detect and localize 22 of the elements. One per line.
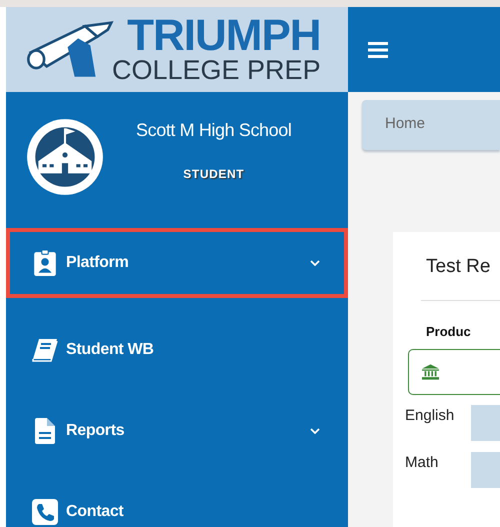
- nav-item[interactable]: Student WB: [6, 309, 348, 390]
- subject-label: English: [405, 407, 456, 424]
- nav-item[interactable]: Platform: [6, 228, 348, 298]
- menu-icon[interactable]: [368, 42, 388, 58]
- book-icon: [32, 336, 58, 362]
- card-title: Test Re: [426, 256, 492, 278]
- nav-item[interactable]: Reports: [6, 390, 348, 471]
- school-icon: [24, 116, 106, 198]
- bank-icon: [422, 364, 439, 380]
- score-bar: [471, 452, 500, 488]
- id-badge-icon: [32, 250, 58, 276]
- school-name: Scott M High School: [136, 120, 292, 141]
- phone-icon: [32, 498, 58, 524]
- subject-label: Math: [405, 454, 440, 471]
- logo-subtitle: COLLEGE PREP: [112, 56, 321, 84]
- nav-item[interactable]: Contact: [6, 471, 348, 527]
- breadcrumb-link[interactable]: Home: [385, 115, 426, 132]
- user-role: STUDENT: [183, 167, 244, 181]
- score-bar: [471, 405, 500, 441]
- document-icon: [32, 418, 58, 444]
- section-label: Produc: [426, 324, 472, 339]
- logo-title: TRIUMPH: [127, 16, 321, 56]
